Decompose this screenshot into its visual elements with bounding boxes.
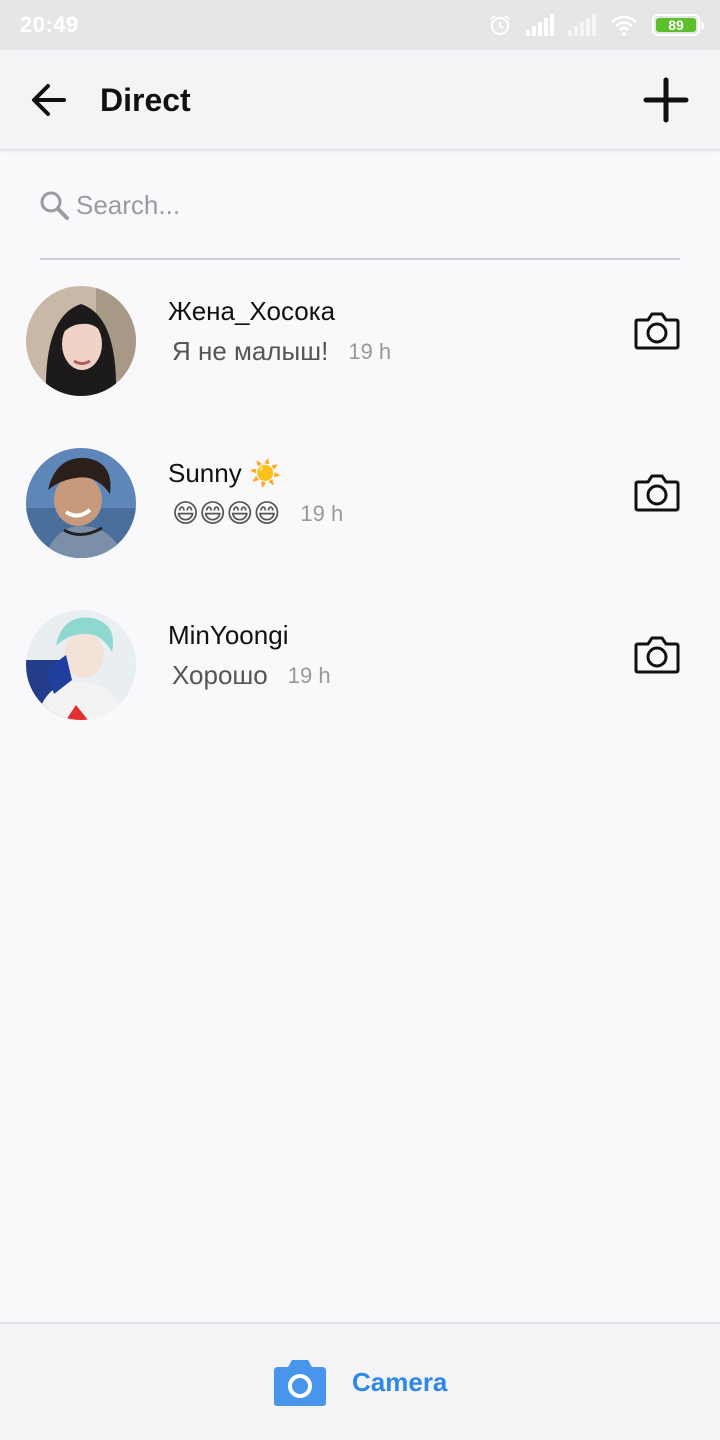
- page-title: Direct: [100, 82, 191, 118]
- conversation-preview: Хорошо: [172, 660, 268, 690]
- signal-icon: [526, 14, 554, 36]
- conversation-item[interactable]: MinYoongi Хорошо 19 h: [0, 600, 720, 750]
- back-button[interactable]: [28, 80, 72, 120]
- conversation-preview: 😄😄😄😄: [172, 498, 281, 528]
- camera-icon: [634, 474, 680, 512]
- conversation-name: MinYoongi: [168, 620, 289, 650]
- conversation-item[interactable]: Sunny ☀️ 😄😄😄😄 19 h: [0, 438, 720, 588]
- wifi-icon: [611, 15, 637, 36]
- camera-fill-icon: [274, 1360, 326, 1406]
- bottom-bar: Camera: [0, 1322, 720, 1440]
- avatar-image: [26, 610, 136, 720]
- camera-icon: [634, 312, 680, 350]
- new-message-button[interactable]: [642, 76, 690, 124]
- signal-weak-icon: [568, 14, 596, 36]
- conversation-preview-row: Я не малыш! 19 h: [172, 336, 391, 367]
- avatar[interactable]: [26, 286, 136, 396]
- avatar-image: [26, 448, 136, 558]
- search-icon: [40, 191, 69, 220]
- battery-indicator: 89: [652, 14, 704, 36]
- back-arrow-icon: [32, 84, 66, 116]
- conversation-preview-row: 😄😄😄😄 19 h: [172, 498, 343, 529]
- status-bar: 20:49 89: [0, 0, 720, 50]
- conversation-name: Жена_Хосока: [168, 296, 336, 326]
- alarm-icon: [490, 15, 510, 35]
- plus-icon: [643, 77, 689, 123]
- camera-reply-button[interactable]: [634, 472, 680, 512]
- avatar[interactable]: [26, 448, 136, 558]
- conversation-item[interactable]: Жена_Хосока Я не малыш! 19 h: [0, 276, 720, 426]
- camera-reply-button[interactable]: [634, 634, 680, 674]
- avatar-image: [26, 286, 136, 396]
- camera-reply-button[interactable]: [634, 310, 680, 350]
- status-icons: 89: [488, 13, 704, 37]
- conversation-time: 19 h: [348, 338, 392, 364]
- conversation-preview: Я не малыш!: [172, 336, 329, 366]
- battery-level: 89: [656, 18, 696, 32]
- camera-button[interactable]: Camera: [272, 1354, 447, 1410]
- conversation-time: 19 h: [300, 500, 344, 526]
- conversation-name: Sunny ☀️: [168, 458, 282, 488]
- avatar[interactable]: [26, 610, 136, 720]
- status-time: 20:49: [20, 12, 79, 37]
- camera-icon: [634, 636, 680, 674]
- conversation-time: 19 h: [287, 662, 331, 688]
- conversation-preview-row: Хорошо 19 h: [172, 660, 331, 691]
- search-input[interactable]: [76, 189, 636, 221]
- app-header: Direct: [0, 50, 720, 150]
- search-box: [40, 180, 680, 260]
- camera-label: Camera: [352, 1366, 448, 1397]
